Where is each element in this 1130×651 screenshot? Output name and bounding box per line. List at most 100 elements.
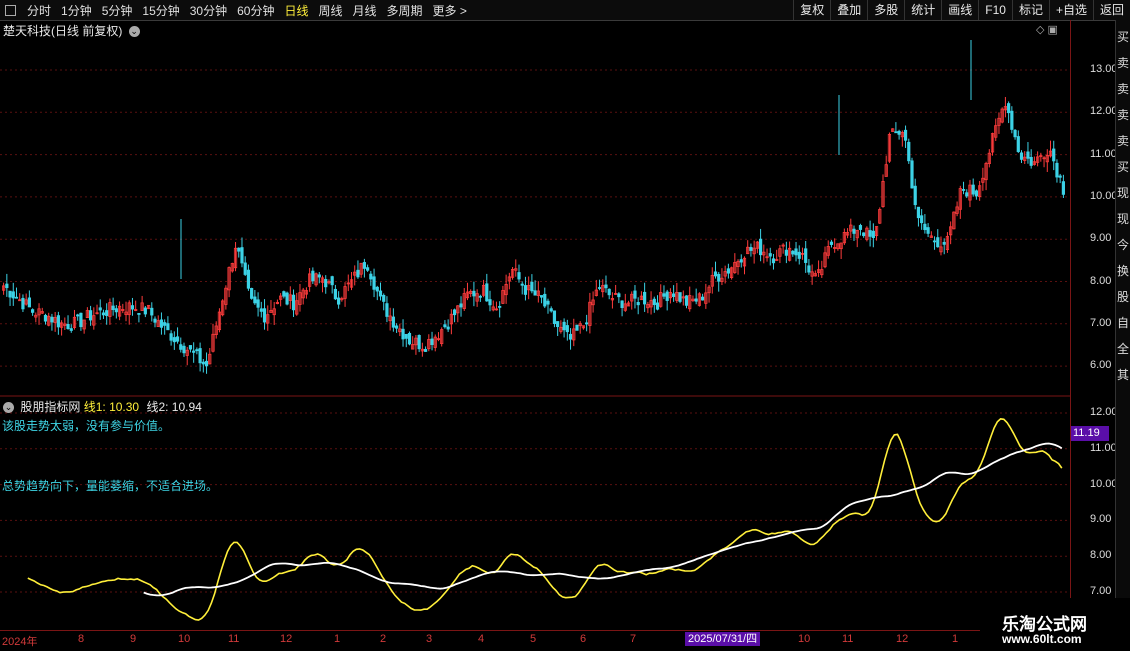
candle-body <box>916 206 921 219</box>
candle-body <box>14 296 19 299</box>
candle-body <box>539 295 544 298</box>
candle-body <box>382 294 386 302</box>
candle-body <box>240 247 244 264</box>
candle-body <box>597 287 602 289</box>
candle-body <box>923 223 927 231</box>
candle-body <box>797 251 801 259</box>
candle-body <box>829 241 834 245</box>
date-tick: 10 <box>798 633 811 645</box>
candle-body <box>198 348 202 364</box>
candle-body <box>1061 181 1065 195</box>
candle-body <box>182 345 186 354</box>
indicator-tick: 7.00 <box>1090 585 1112 597</box>
candle-body <box>5 283 9 289</box>
candle-body <box>204 360 209 367</box>
candle-body <box>852 228 856 234</box>
toolbar-button[interactable]: 返回 <box>1092 0 1130 20</box>
candle-body <box>575 324 579 331</box>
candle-body <box>974 190 979 197</box>
candle-body <box>920 215 924 224</box>
info-label: 现 <box>1117 186 1130 200</box>
candle-body <box>137 312 141 315</box>
candle-body <box>179 344 183 350</box>
candle-body <box>143 307 147 315</box>
candle-body <box>130 305 135 310</box>
candle-body <box>552 310 557 324</box>
price-tick: 9.00 <box>1090 232 1112 245</box>
candle-body <box>791 250 795 255</box>
date-tick: 1 <box>952 633 959 645</box>
candle-body <box>694 298 698 302</box>
candle-body <box>498 306 502 308</box>
stock-chart[interactable] <box>0 0 1070 630</box>
candle-body <box>11 291 15 299</box>
indicator-tick: 11.00 <box>1090 441 1117 454</box>
candle-body <box>910 160 914 189</box>
date-tick: 10 <box>178 633 191 645</box>
candle-body <box>726 268 730 274</box>
watermark: 乐淘公式网 www.60lt.com <box>980 598 1130 650</box>
candle-body <box>1029 156 1033 166</box>
candle-body <box>585 322 589 325</box>
candle-body <box>150 307 154 316</box>
candle-body <box>337 297 341 305</box>
candle-body <box>926 227 930 234</box>
info-label: 自 <box>1117 316 1130 330</box>
candle-body <box>636 302 640 306</box>
candle-body <box>163 322 167 326</box>
candle-body <box>324 278 328 288</box>
candle-body <box>794 248 798 256</box>
candle-body <box>1016 136 1020 152</box>
candle-body <box>868 230 872 237</box>
candle-body <box>1055 162 1059 178</box>
candle-body <box>568 333 573 340</box>
candle-body <box>485 283 489 302</box>
candle-body <box>378 290 383 297</box>
candle-body <box>172 337 176 343</box>
candle-body <box>1013 129 1017 138</box>
candle-body <box>401 328 405 340</box>
candle-body <box>913 185 917 206</box>
candle-body <box>192 350 196 353</box>
candle-body <box>50 316 54 323</box>
candle-body <box>362 262 366 269</box>
date-tick: 12 <box>280 633 293 645</box>
candle-body <box>330 276 334 286</box>
info-label: 现 <box>1117 212 1130 226</box>
candle-body <box>784 249 788 256</box>
date-tick: 7 <box>630 633 637 645</box>
date-tick: 11 <box>228 633 240 645</box>
candle-body <box>394 325 399 329</box>
date-tick: 5 <box>530 633 537 645</box>
candle-body <box>195 349 199 352</box>
price-tick: 7.00 <box>1090 316 1112 329</box>
candle-body <box>369 273 373 280</box>
candle-body <box>655 302 660 310</box>
candle-body <box>546 300 550 305</box>
candle-body <box>43 314 48 322</box>
candle-body <box>768 253 772 257</box>
candle-body <box>804 248 808 263</box>
candle-body <box>285 292 289 305</box>
date-tick: 8 <box>78 633 85 645</box>
candle-body <box>472 290 476 297</box>
info-label: 其 <box>1117 368 1130 382</box>
watermark-url: www.60lt.com <box>1002 632 1082 646</box>
candle-body <box>565 325 569 333</box>
info-label: 卖 <box>1117 134 1130 148</box>
info-label: 全 <box>1117 342 1130 356</box>
candle-body <box>936 237 940 248</box>
candle-body <box>530 281 534 292</box>
candle-body <box>282 291 286 297</box>
candle-body <box>237 247 241 252</box>
candle-body <box>111 305 115 311</box>
indicator-tick: 10.00 <box>1090 477 1118 490</box>
candle-body <box>1007 103 1011 114</box>
candle-body <box>604 284 608 289</box>
candle-body <box>262 308 267 323</box>
indicator-tick: 9.00 <box>1090 513 1112 526</box>
candle-body <box>407 332 412 345</box>
candle-body <box>256 299 260 308</box>
candle-body <box>543 293 547 307</box>
candle-body <box>246 269 251 289</box>
